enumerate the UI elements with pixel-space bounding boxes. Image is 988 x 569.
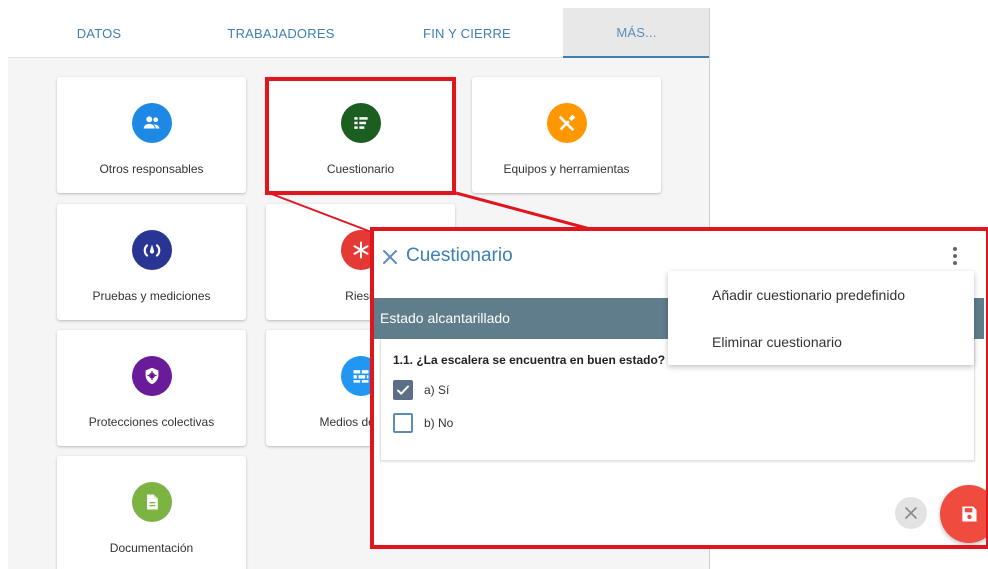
tile-documentacion[interactable]: Documentación bbox=[57, 456, 246, 569]
tab-mas[interactable]: MÁS... bbox=[563, 8, 709, 58]
menu-item-anadir-cuestionario[interactable]: Añadir cuestionario predefinido bbox=[668, 271, 974, 318]
tile-label: Protecciones colectivas bbox=[88, 415, 215, 429]
checkbox-unchecked[interactable] bbox=[393, 413, 413, 433]
list-icon bbox=[340, 103, 381, 143]
tile-otros-responsables[interactable]: Otros responsables bbox=[57, 77, 246, 193]
menu-item-eliminar-cuestionario[interactable]: Eliminar cuestionario bbox=[668, 318, 974, 365]
dialog-title: Cuestionario bbox=[406, 245, 513, 266]
checkbox-checked[interactable] bbox=[393, 380, 413, 400]
people-icon bbox=[131, 103, 172, 143]
save-icon bbox=[962, 506, 977, 522]
close-icon[interactable] bbox=[380, 247, 400, 267]
tile-cuestionario[interactable]: Cuestionario bbox=[266, 77, 455, 193]
tile-label: Equipos y herramientas bbox=[503, 162, 630, 176]
tools-icon bbox=[546, 103, 587, 143]
option-si[interactable]: a) Sí bbox=[393, 379, 449, 401]
section-title: Estado alcantarillado bbox=[380, 310, 510, 326]
question-text: 1.1. ¿La escalera se encuentra en buen e… bbox=[393, 353, 666, 367]
document-icon bbox=[131, 482, 172, 522]
tile-equipos-y-herramientas[interactable]: Equipos y herramientas bbox=[472, 77, 661, 193]
option-label: b) No bbox=[424, 416, 454, 430]
tile-label: Cuestionario bbox=[326, 162, 395, 176]
tile-label: Documentación bbox=[109, 541, 194, 555]
tile-label: Pruebas y mediciones bbox=[92, 289, 211, 303]
tile-label: Otros responsables bbox=[99, 162, 204, 176]
tile-pruebas-y-mediciones[interactable]: Pruebas y mediciones bbox=[57, 204, 246, 320]
options-menu: Añadir cuestionario predefinido Eliminar… bbox=[668, 271, 974, 365]
shield-icon bbox=[131, 356, 172, 396]
tab-datos[interactable]: DATOS bbox=[8, 8, 190, 58]
tab-fin-y-cierre[interactable]: FIN Y CIERRE bbox=[372, 8, 562, 58]
cuestionario-dialog: Cuestionario Estado alcantarillado 1.1. … bbox=[370, 227, 988, 549]
app-root: DATOS TRABAJADORES FIN Y CIERRE MÁS... O… bbox=[0, 0, 988, 569]
tab-bar: DATOS TRABAJADORES FIN Y CIERRE MÁS... bbox=[8, 8, 709, 58]
option-label: a) Sí bbox=[424, 383, 450, 397]
gauge-icon bbox=[131, 230, 172, 270]
tab-trabajadores[interactable]: TRABAJADORES bbox=[190, 8, 372, 58]
cancel-button[interactable] bbox=[895, 497, 927, 529]
save-button[interactable] bbox=[940, 485, 986, 543]
close-icon bbox=[905, 507, 917, 519]
more-vert-icon[interactable] bbox=[950, 247, 960, 269]
tile-protecciones-colectivas[interactable]: Protecciones colectivas bbox=[57, 330, 246, 446]
option-no[interactable]: b) No bbox=[393, 412, 453, 434]
check-icon bbox=[397, 385, 409, 395]
